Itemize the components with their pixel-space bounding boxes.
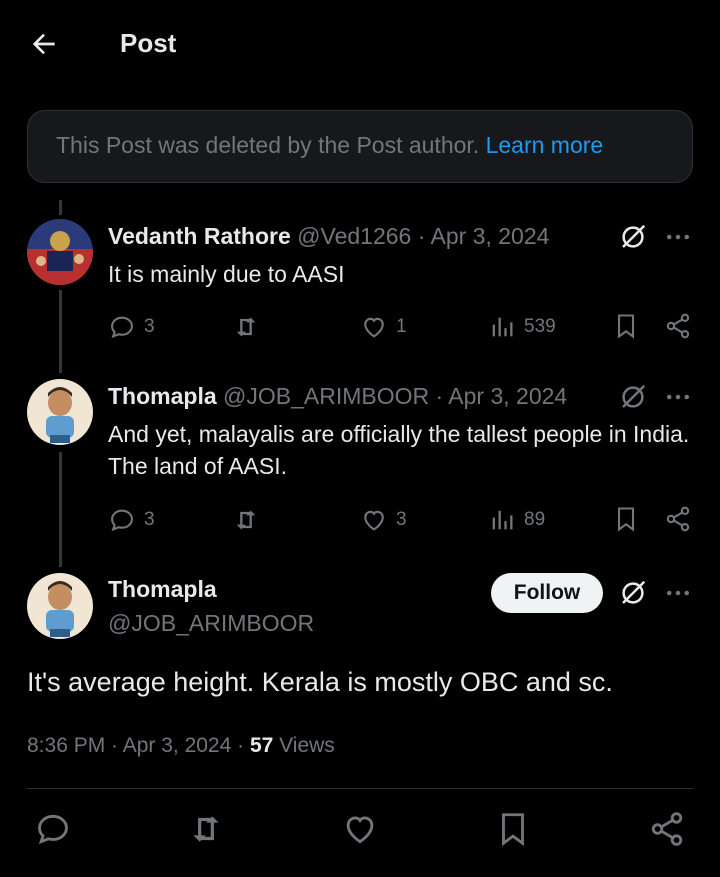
like-icon xyxy=(364,510,384,531)
view-count: 89 xyxy=(524,509,546,530)
share-icon[interactable] xyxy=(648,810,686,848)
reply-icon[interactable] xyxy=(34,810,72,848)
like-count: 1 xyxy=(396,316,407,337)
post-actions xyxy=(0,810,720,850)
arrow-left-icon[interactable] xyxy=(28,28,60,60)
post-date: · Apr 3, 2024 xyxy=(417,223,550,249)
reply-text: And yet, malayalis are officially the ta… xyxy=(108,421,690,479)
repost-button[interactable] xyxy=(232,505,268,535)
like-button[interactable]: 1 xyxy=(360,312,407,342)
bookmark-icon[interactable] xyxy=(612,312,640,340)
post-text: It's average height. Kerala is mostly OB… xyxy=(27,667,613,697)
repost-icon xyxy=(236,317,256,337)
views-icon xyxy=(492,317,513,337)
grok-icon[interactable] xyxy=(618,382,648,412)
repost-icon xyxy=(236,510,256,530)
repost-button[interactable] xyxy=(232,312,268,342)
page-title: Post xyxy=(120,28,177,58)
divider xyxy=(27,788,693,789)
repost-icon[interactable] xyxy=(187,810,225,848)
views-button[interactable]: 89 xyxy=(488,505,545,535)
author-handle[interactable]: @JOB_ARIMBOOR xyxy=(108,610,314,637)
share-icon[interactable] xyxy=(664,312,692,340)
thread-line xyxy=(59,290,62,373)
post-date: · Apr 3, 2024 xyxy=(435,383,568,409)
like-button[interactable]: 3 xyxy=(360,505,407,535)
views-label: Views xyxy=(273,734,335,757)
avatar[interactable] xyxy=(27,573,93,639)
follow-button[interactable]: Follow xyxy=(491,573,603,613)
author-handle[interactable]: @JOB_ARIMBOOR xyxy=(223,383,429,409)
reply-actions: 3 3 89 xyxy=(108,505,698,535)
bookmark-icon[interactable] xyxy=(494,810,532,848)
like-icon xyxy=(364,317,384,338)
top-bar: Post xyxy=(0,0,720,90)
reply-actions: 3 1 539 xyxy=(108,312,698,342)
post-time: 8:36 PM · Apr 3, 2024 · xyxy=(27,734,250,757)
bookmark-icon[interactable] xyxy=(612,505,640,533)
more-icon[interactable] xyxy=(663,382,693,412)
grok-icon[interactable] xyxy=(618,578,648,608)
author-name[interactable]: Thomapla xyxy=(108,383,217,409)
reply-button[interactable]: 3 xyxy=(108,312,155,342)
reply-count: 3 xyxy=(144,509,155,530)
reply-header: Vedanth Rathore @Ved1266 · Apr 3, 2024 xyxy=(108,223,549,250)
view-count: 539 xyxy=(524,316,556,337)
deleted-post-notice: This Post was deleted by the Post author… xyxy=(27,110,693,183)
reply-icon xyxy=(111,509,133,532)
views-count[interactable]: 57 xyxy=(250,734,273,757)
deleted-notice-text: This Post was deleted by the Post author… xyxy=(56,132,480,158)
reply-count: 3 xyxy=(144,316,155,337)
reply-icon xyxy=(111,316,133,339)
author-name[interactable]: Vedanth Rathore xyxy=(108,223,291,249)
share-icon[interactable] xyxy=(664,505,692,533)
thread-line xyxy=(59,452,62,567)
grok-icon[interactable] xyxy=(618,222,648,252)
learn-more-link[interactable]: Learn more xyxy=(486,132,604,158)
author-name[interactable]: Thomapla xyxy=(108,576,217,603)
like-count: 3 xyxy=(396,509,407,530)
thread-line xyxy=(59,200,62,215)
views-icon xyxy=(492,510,513,530)
avatar[interactable] xyxy=(27,219,93,285)
like-icon[interactable] xyxy=(341,810,379,848)
reply-button[interactable]: 3 xyxy=(108,505,155,535)
views-button[interactable]: 539 xyxy=(488,312,556,342)
author-handle[interactable]: @Ved1266 xyxy=(297,223,411,249)
reply-text: It is mainly due to AASI xyxy=(108,261,345,287)
more-icon[interactable] xyxy=(663,222,693,252)
reply-header: Thomapla @JOB_ARIMBOOR · Apr 3, 2024 xyxy=(108,383,567,410)
avatar[interactable] xyxy=(27,379,93,445)
post-timestamp: 8:36 PM · Apr 3, 2024 · 57 Views xyxy=(27,734,335,758)
more-icon[interactable] xyxy=(663,578,693,608)
